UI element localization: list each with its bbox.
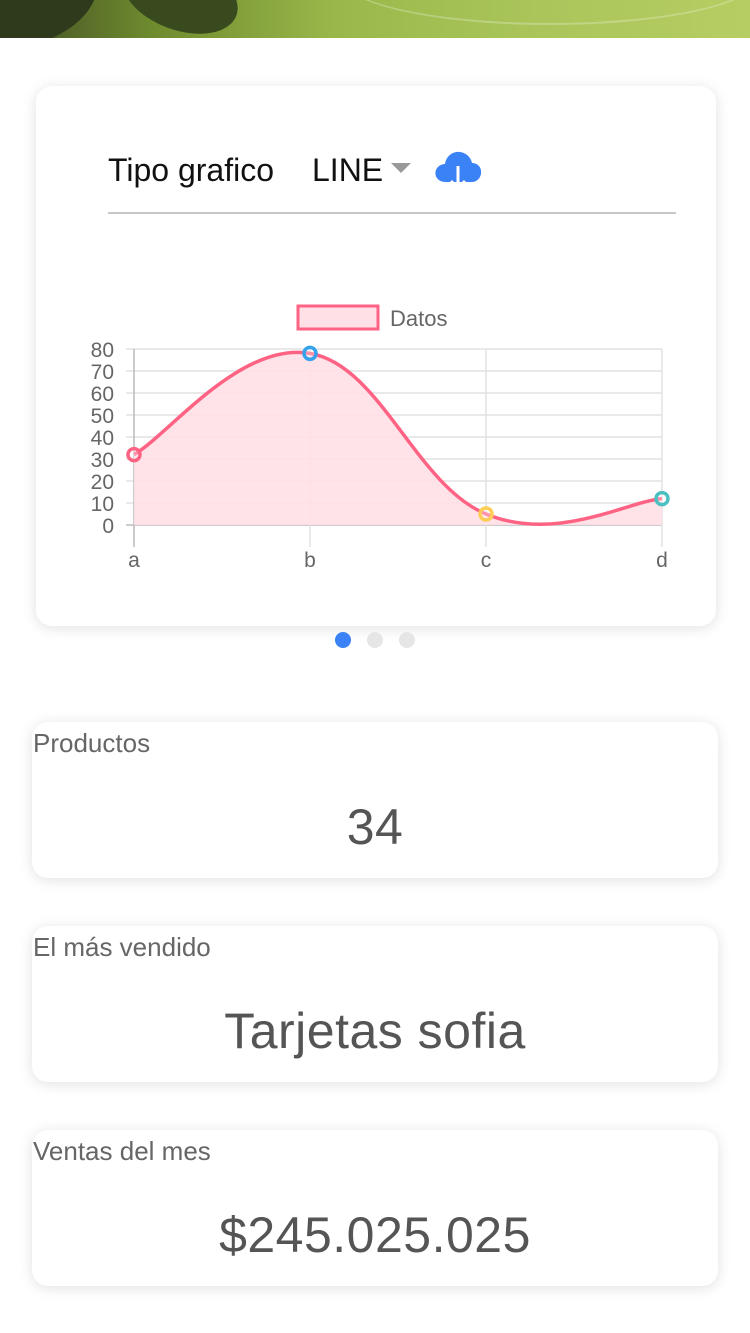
chart-type-select[interactable]: LINE <box>312 152 412 189</box>
stat-value: 34 <box>346 799 404 855</box>
x-tick-label: b <box>304 549 316 572</box>
stat-label: Ventas del mes <box>33 1136 211 1166</box>
carousel-dot[interactable] <box>399 632 415 648</box>
data-point <box>302 345 318 362</box>
y-tick-label: 50 <box>91 405 114 428</box>
data-point <box>478 506 494 522</box>
data-point <box>654 490 670 507</box>
cloud-download-icon[interactable] <box>432 148 484 192</box>
y-tick-label: 0 <box>102 515 114 538</box>
chart-type-label: Tipo grafico <box>108 152 274 188</box>
carousel-dot[interactable] <box>335 632 351 648</box>
stat-value: Tarjetas sofia <box>224 1003 526 1059</box>
chart-type-value: LINE <box>312 152 384 188</box>
y-tick-label: 40 <box>91 427 114 450</box>
line-chart: Datos 01020304050607080 a b c d <box>91 304 670 572</box>
y-tick-label: 70 <box>91 361 114 384</box>
y-tick-label: 80 <box>91 339 114 362</box>
x-tick-label: a <box>128 549 140 572</box>
stat-label: Productos <box>33 728 151 758</box>
data-point <box>126 446 142 463</box>
carousel-dot[interactable] <box>367 632 383 648</box>
y-tick-label: 20 <box>91 471 114 494</box>
stat-value: $245.025.025 <box>219 1207 531 1263</box>
y-tick-label: 60 <box>91 383 114 406</box>
legend-swatch <box>296 304 380 331</box>
series-area <box>134 352 662 525</box>
x-tick-label: c <box>481 549 492 572</box>
stat-card-best-seller: El más vendido Tarjetas sofia <box>32 926 718 1082</box>
y-tick-label: 30 <box>91 449 114 472</box>
header-banner-image <box>0 0 750 38</box>
x-tick-label: d <box>656 549 668 572</box>
carousel-pagination[interactable] <box>0 632 750 648</box>
chevron-down-icon <box>391 162 412 173</box>
y-tick-label: 10 <box>91 493 114 516</box>
stat-label: El más vendido <box>33 932 211 962</box>
stat-card-products: Productos 34 <box>32 722 718 878</box>
legend-label: Datos <box>390 306 447 331</box>
stat-card-monthly-sales: Ventas del mes $245.025.025 <box>32 1130 718 1286</box>
